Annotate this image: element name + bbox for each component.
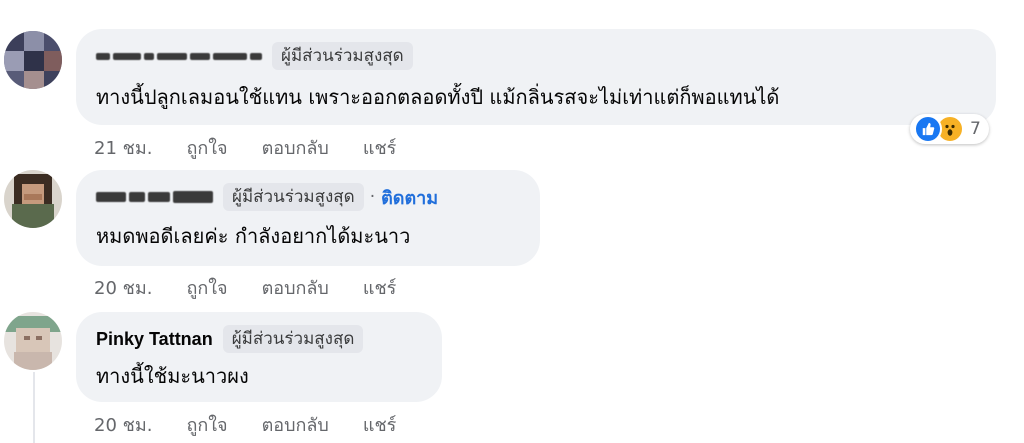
avatar[interactable] (4, 170, 62, 228)
reply-button[interactable]: ตอบกลับ (262, 133, 329, 162)
share-button[interactable]: แชร์ (363, 133, 397, 162)
like-button[interactable]: ถูกใจ (186, 273, 227, 302)
like-button[interactable]: ถูกใจ (186, 410, 227, 439)
comment-actions: 20 ชม. ถูกใจ ตอบกลับ แชร์ (94, 410, 396, 439)
share-button[interactable]: แชร์ (363, 410, 397, 439)
reaction-count: 7 (970, 119, 981, 139)
comment-text: ทางนี้ใช้มะนาวผง (96, 364, 249, 388)
comment-timestamp[interactable]: 21 ชม. (94, 133, 152, 162)
comment-header: ผู้มีส่วนร่วมสูงสุด (96, 41, 413, 71)
reply-button[interactable]: ตอบกลับ (262, 410, 329, 439)
reply-button[interactable]: ตอบกลับ (262, 273, 329, 302)
top-contributor-badge: ผู้มีส่วนร่วมสูงสุด (272, 42, 413, 70)
separator-dot: · (369, 187, 376, 207)
top-contributor-badge: ผู้มีส่วนร่วมสูงสุด (222, 325, 364, 353)
comment-text: ทางนี้ปลูกเลมอนใช้แทน เพราะออกตลอดทั้งปี… (96, 85, 780, 109)
like-button[interactable]: ถูกใจ (186, 133, 227, 162)
author-name[interactable]: Pinky Tattnan (96, 329, 213, 350)
comment-actions: 20 ชม. ถูกใจ ตอบกลับ แชร์ (94, 273, 396, 302)
top-contributor-badge: ผู้มีส่วนร่วมสูงสุด (223, 183, 364, 211)
reactions-summary[interactable]: 7 (910, 114, 989, 144)
avatar[interactable] (4, 31, 62, 89)
like-icon (914, 115, 942, 143)
comment-bubble: Pinky Tattnan ผู้มีส่วนร่วมสูงสุด ทางนี้… (76, 312, 442, 402)
comment-bubble: ผู้มีส่วนร่วมสูงสุด · ติดตาม หมดพอดีเลยค… (76, 170, 540, 266)
author-name-redacted[interactable] (96, 46, 262, 66)
reply-thread-line (33, 372, 35, 443)
share-button[interactable]: แชร์ (363, 273, 397, 302)
follow-button[interactable]: ติดตาม (381, 183, 438, 212)
comment-bubble: ผู้มีส่วนร่วมสูงสุด ทางนี้ปลูกเลมอนใช้แท… (76, 29, 996, 125)
avatar[interactable] (4, 312, 62, 370)
comment-header: Pinky Tattnan ผู้มีส่วนร่วมสูงสุด (96, 324, 364, 354)
previous-comment-actions-cutoff (92, 0, 152, 8)
comment-header: ผู้มีส่วนร่วมสูงสุด · ติดตาม (96, 182, 438, 212)
comment-timestamp[interactable]: 20 ชม. (94, 410, 152, 439)
comment-timestamp[interactable]: 20 ชม. (94, 273, 152, 302)
author-name-redacted[interactable] (96, 187, 213, 207)
comment-text: หมดพอดีเลยค่ะ กำลังอยากได้มะนาว (96, 224, 411, 248)
comment-actions: 21 ชม. ถูกใจ ตอบกลับ แชร์ (94, 133, 396, 162)
